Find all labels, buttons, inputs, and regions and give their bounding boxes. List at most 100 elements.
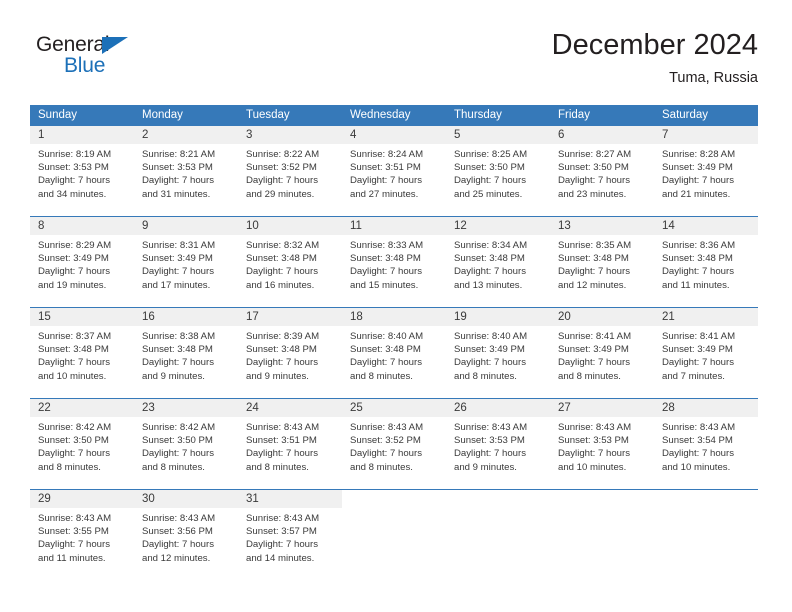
day-number: 16: [134, 308, 238, 326]
day-details: Sunrise: 8:22 AM Sunset: 3:52 PM Daylight:…: [238, 144, 342, 201]
day-cell-inner[interactable]: 15 Sunrise: 8:37 AM Sunset: 3:48 PM Dayligh…: [30, 308, 134, 398]
day-cell-inner[interactable]: 29 Sunrise: 8:43 AM Sunset: 3:55 PM Dayligh…: [30, 490, 134, 580]
sunrise-text: Sunrise: 8:27 AM: [558, 149, 632, 160]
day-number: 23: [134, 399, 238, 417]
sunrise-text: Sunrise: 8:39 AM: [246, 331, 320, 342]
day-details: Sunrise: 8:38 AM Sunset: 3:48 PM Daylight:…: [134, 326, 238, 383]
daylight-text-line1: Daylight: 7 hours: [246, 175, 318, 187]
sunrise-text: Sunrise: 8:41 AM: [558, 331, 632, 342]
daylight-text-line2: and 19 minutes.: [38, 279, 107, 291]
day-cell-inner[interactable]: 25 Sunrise: 8:43 AM Sunset: 3:52 PM Dayligh…: [342, 399, 446, 489]
day-number: 19: [446, 308, 550, 326]
daylight-text-line2: and 9 minutes.: [246, 370, 309, 382]
day-number: [550, 490, 654, 508]
day-cell: [550, 489, 654, 580]
day-cell: 14 Sunrise: 8:36 AM Sunset: 3:48 PM Dayligh…: [654, 216, 758, 308]
sunset-text: Sunset: 3:48 PM: [246, 253, 317, 265]
sunrise-text: Sunrise: 8:41 AM: [662, 331, 736, 342]
day-details: Sunrise: 8:40 AM Sunset: 3:48 PM Daylight:…: [342, 326, 446, 383]
sunrise-text: Sunrise: 8:36 AM: [662, 240, 736, 251]
daylight-text-line2: and 11 minutes.: [38, 552, 106, 564]
day-cell-inner[interactable]: 9 Sunrise: 8:31 AM Sunset: 3:49 PM Daylight…: [134, 217, 238, 307]
day-number: 24: [238, 399, 342, 417]
day-cell-inner[interactable]: 6 Sunrise: 8:27 AM Sunset: 3:50 PM Daylight…: [550, 126, 654, 216]
day-details: Sunrise: 8:19 AM Sunset: 3:53 PM Daylight:…: [30, 144, 134, 201]
daylight-text-line1: Daylight: 7 hours: [662, 175, 734, 187]
sunrise-text: Sunrise: 8:43 AM: [558, 422, 632, 433]
day-cell-inner[interactable]: 1 Sunrise: 8:19 AM Sunset: 3:53 PM Daylight…: [30, 126, 134, 216]
day-details: [654, 508, 758, 512]
daylight-text-line2: and 8 minutes.: [142, 461, 205, 473]
daylight-text-line2: and 8 minutes.: [246, 461, 309, 473]
day-number: 5: [446, 126, 550, 144]
daylight-text-line1: Daylight: 7 hours: [246, 266, 318, 278]
day-cell-inner[interactable]: 31 Sunrise: 8:43 AM Sunset: 3:57 PM Dayligh…: [238, 490, 342, 580]
day-cell-inner[interactable]: 24 Sunrise: 8:43 AM Sunset: 3:51 PM Dayligh…: [238, 399, 342, 489]
sunset-text: Sunset: 3:49 PM: [454, 344, 525, 356]
day-number: [446, 490, 550, 508]
day-cell-inner[interactable]: 11 Sunrise: 8:33 AM Sunset: 3:48 PM Dayligh…: [342, 217, 446, 307]
sunset-text: Sunset: 3:48 PM: [350, 253, 421, 265]
day-cell-inner[interactable]: 17 Sunrise: 8:39 AM Sunset: 3:48 PM Dayligh…: [238, 308, 342, 398]
day-details: Sunrise: 8:43 AM Sunset: 3:52 PM Daylight:…: [342, 417, 446, 474]
sunrise-text: Sunrise: 8:43 AM: [246, 422, 320, 433]
day-cell-inner[interactable]: 3 Sunrise: 8:22 AM Sunset: 3:52 PM Daylight…: [238, 126, 342, 216]
sunset-text: Sunset: 3:49 PM: [38, 253, 109, 265]
day-cell-inner[interactable]: 21 Sunrise: 8:41 AM Sunset: 3:49 PM Dayligh…: [654, 308, 758, 398]
day-cell: 9 Sunrise: 8:31 AM Sunset: 3:49 PM Daylight…: [134, 216, 238, 308]
day-cell-inner[interactable]: 27 Sunrise: 8:43 AM Sunset: 3:53 PM Dayligh…: [550, 399, 654, 489]
day-details: Sunrise: 8:43 AM Sunset: 3:56 PM Daylight:…: [134, 508, 238, 565]
day-cell-inner[interactable]: 22 Sunrise: 8:42 AM Sunset: 3:50 PM Dayligh…: [30, 399, 134, 489]
sunset-text: Sunset: 3:53 PM: [454, 435, 525, 447]
general-blue-logo[interactable]: General Blue: [36, 33, 156, 81]
day-cell-inner[interactable]: 8 Sunrise: 8:29 AM Sunset: 3:49 PM Daylight…: [30, 217, 134, 307]
day-details: Sunrise: 8:40 AM Sunset: 3:49 PM Daylight:…: [446, 326, 550, 383]
sunrise-text: Sunrise: 8:31 AM: [142, 240, 216, 251]
day-number: 3: [238, 126, 342, 144]
sunrise-text: Sunrise: 8:43 AM: [142, 513, 216, 524]
day-number: 17: [238, 308, 342, 326]
day-details: Sunrise: 8:43 AM Sunset: 3:54 PM Daylight:…: [654, 417, 758, 474]
day-cell-inner-empty: [550, 490, 654, 580]
day-cell: 25 Sunrise: 8:43 AM Sunset: 3:52 PM Dayligh…: [342, 398, 446, 490]
day-number: [342, 490, 446, 508]
day-cell-inner[interactable]: 5 Sunrise: 8:25 AM Sunset: 3:50 PM Daylight…: [446, 126, 550, 216]
day-cell: 10 Sunrise: 8:32 AM Sunset: 3:48 PM Dayligh…: [238, 216, 342, 308]
daylight-text-line1: Daylight: 7 hours: [142, 266, 214, 278]
sunrise-text: Sunrise: 8:28 AM: [662, 149, 736, 160]
day-cell-inner[interactable]: 2 Sunrise: 8:21 AM Sunset: 3:53 PM Daylight…: [134, 126, 238, 216]
sunset-text: Sunset: 3:50 PM: [142, 435, 213, 447]
day-cell-inner[interactable]: 7 Sunrise: 8:28 AM Sunset: 3:49 PM Daylight…: [654, 126, 758, 216]
day-cell: 18 Sunrise: 8:40 AM Sunset: 3:48 PM Dayligh…: [342, 307, 446, 399]
page-header: General Blue December 2024 Tuma, Russia: [0, 0, 792, 100]
day-cell-inner[interactable]: 28 Sunrise: 8:43 AM Sunset: 3:54 PM Dayligh…: [654, 399, 758, 489]
day-cell-inner[interactable]: 20 Sunrise: 8:41 AM Sunset: 3:49 PM Dayligh…: [550, 308, 654, 398]
day-cell-inner[interactable]: 4 Sunrise: 8:24 AM Sunset: 3:51 PM Daylight…: [342, 126, 446, 216]
day-cell-inner[interactable]: 12 Sunrise: 8:34 AM Sunset: 3:48 PM Dayligh…: [446, 217, 550, 307]
sunrise-text: Sunrise: 8:42 AM: [142, 422, 216, 433]
daylight-text-line1: Daylight: 7 hours: [38, 357, 110, 369]
calendar-header-row: Sunday Monday Tuesday Wednesday Thursday…: [30, 105, 758, 126]
sunset-text: Sunset: 3:49 PM: [558, 344, 629, 356]
day-number: 11: [342, 217, 446, 235]
day-cell-inner[interactable]: 23 Sunrise: 8:42 AM Sunset: 3:50 PM Dayligh…: [134, 399, 238, 489]
daylight-text-line1: Daylight: 7 hours: [142, 448, 214, 460]
daylight-text-line1: Daylight: 7 hours: [662, 448, 734, 460]
page-title: December 2024: [551, 29, 758, 61]
sunrise-text: Sunrise: 8:32 AM: [246, 240, 320, 251]
day-cell-inner[interactable]: 14 Sunrise: 8:36 AM Sunset: 3:48 PM Dayligh…: [654, 217, 758, 307]
day-cell-inner[interactable]: 13 Sunrise: 8:35 AM Sunset: 3:48 PM Dayligh…: [550, 217, 654, 307]
day-cell-inner[interactable]: 26 Sunrise: 8:43 AM Sunset: 3:53 PM Dayligh…: [446, 399, 550, 489]
day-cell-inner[interactable]: 19 Sunrise: 8:40 AM Sunset: 3:49 PM Dayligh…: [446, 308, 550, 398]
day-cell-inner[interactable]: 30 Sunrise: 8:43 AM Sunset: 3:56 PM Dayligh…: [134, 490, 238, 580]
daylight-text-line1: Daylight: 7 hours: [142, 539, 214, 551]
day-details: Sunrise: 8:29 AM Sunset: 3:49 PM Daylight:…: [30, 235, 134, 292]
sunrise-text: Sunrise: 8:37 AM: [38, 331, 112, 342]
day-cell-inner[interactable]: 10 Sunrise: 8:32 AM Sunset: 3:48 PM Dayligh…: [238, 217, 342, 307]
day-cell-inner[interactable]: 18 Sunrise: 8:40 AM Sunset: 3:48 PM Dayligh…: [342, 308, 446, 398]
daylight-text-line1: Daylight: 7 hours: [454, 357, 526, 369]
day-cell-inner[interactable]: 16 Sunrise: 8:38 AM Sunset: 3:48 PM Dayligh…: [134, 308, 238, 398]
sunset-text: Sunset: 3:53 PM: [38, 162, 109, 174]
day-details: Sunrise: 8:35 AM Sunset: 3:48 PM Daylight:…: [550, 235, 654, 292]
day-details: Sunrise: 8:39 AM Sunset: 3:48 PM Daylight:…: [238, 326, 342, 383]
